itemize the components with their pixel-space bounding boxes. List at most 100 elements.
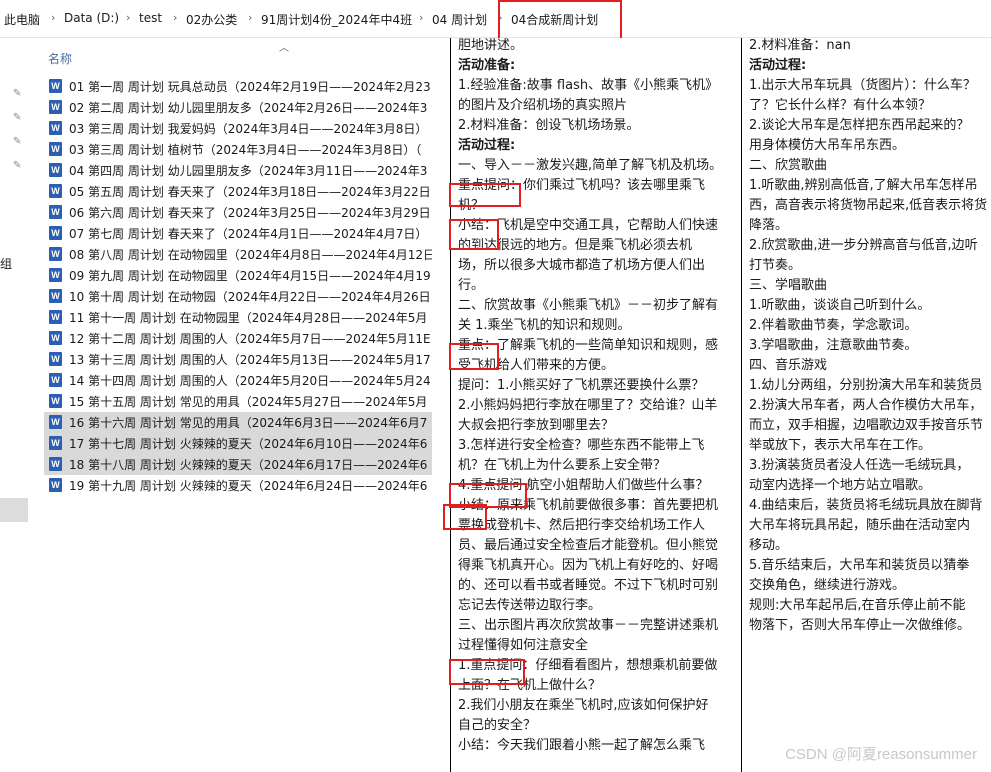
breadcrumb-item[interactable]: 此电脑 <box>4 11 40 28</box>
doc-line: 的图片及介绍机场的真实照片 <box>458 98 628 113</box>
breadcrumb-separator-icon[interactable]: › <box>248 11 252 24</box>
pin-icon: ✎ <box>13 88 22 99</box>
pin-icon: ✎ <box>13 160 22 171</box>
doc-line: 西，高音表示将货物吊起来,低音表示将货 <box>749 198 988 213</box>
doc-line: 忘记去传送带边取行李。 <box>458 598 602 613</box>
doc-line: 三、学唱歌曲 <box>749 278 828 293</box>
file-name: 09 第九周 周计划 在动物园里（2024年4月15日——2024年4月19 <box>69 269 431 283</box>
word-document-icon: W <box>49 100 62 114</box>
doc-line: 3.扮演装货员者没人任选一毛绒玩具， <box>749 458 970 473</box>
doc-line: 二、欣赏故事《小熊乘飞机》－－初步了解有 <box>458 298 719 313</box>
file-name: 04 第四周 周计划 幼儿园里朋友多（2024年3月11日——2024年3 <box>69 164 428 178</box>
doc-line: 得乘飞机真开心。因为飞机上有好吃的、好喝 <box>458 558 719 573</box>
breadcrumb-separator-icon[interactable]: › <box>419 11 423 24</box>
doc-line: 行。 <box>458 278 485 293</box>
breadcrumb-item[interactable]: Data (D:) <box>64 11 119 25</box>
file-row[interactable]: W 08 第八周 周计划 在动物园里（2024年4月8日——2024年4月12日 <box>44 244 432 265</box>
doc-line: 用身体模仿大吊车吊东西。 <box>749 138 906 153</box>
doc-column-1: 胆地讲述。 活动准备: 1.经验准备:故事 flash、故事《小熊乘飞机》 的图片及介… <box>443 38 742 772</box>
doc-line: 2.欣赏歌曲,进一步分辨高音与低音,边听 <box>749 238 978 253</box>
file-name: 17 第十七周 周计划 火辣辣的夏天（2024年6月10日——2024年6 <box>69 437 428 451</box>
file-row[interactable]: W 12 第十二周 周计划 周围的人（2024年5月7日——2024年5月11E <box>44 328 432 349</box>
file-row[interactable]: W 13 第十三周 周计划 周围的人（2024年5月13日——2024年5月17 <box>44 349 432 370</box>
doc-line: 二、欣赏歌曲 <box>749 158 828 173</box>
nav-selected-item[interactable] <box>0 498 28 522</box>
doc-line: 1.经验准备:故事 flash、故事《小熊乘飞机》 <box>458 78 719 93</box>
document-preview: 胆地讲述。 活动准备: 1.经验准备:故事 flash、故事《小熊乘飞机》 的图片及介… <box>432 38 991 772</box>
breadcrumb-separator-icon[interactable]: › <box>173 11 177 24</box>
word-document-icon: W <box>49 79 62 93</box>
address-bar[interactable]: 此电脑 › Data (D:) › test › 02办公类 › 91周计划4份_2024年中4… <box>0 0 991 38</box>
doc-line: 而立，双手相握，边唱歌边双手按音乐节 <box>749 418 984 433</box>
annotation-highlight-box <box>449 219 499 250</box>
doc-line: 4.曲结束后，装货员将毛绒玩具放在脚背 <box>749 498 983 513</box>
word-document-icon: W <box>49 394 62 408</box>
doc-line: 3.学唱歌曲，注意歌曲节奏。 <box>749 338 918 353</box>
word-document-icon: W <box>49 436 62 450</box>
breadcrumb-separator-icon[interactable]: › <box>126 11 130 24</box>
file-name: 16 第十六周 周计划 常见的用具（2024年6月3日——2024年6月7 <box>69 416 428 430</box>
word-document-icon: W <box>49 310 62 324</box>
doc-line: 2.小熊妈妈把行李放在哪里了？交给谁？山羊 <box>458 398 718 413</box>
file-row[interactable]: W 03 第三周 周计划 我爱妈妈（2024年3月4日——2024年3月8日） <box>44 118 432 139</box>
breadcrumb-item[interactable]: 04 周计划 <box>432 11 487 28</box>
file-row[interactable]: W 15 第十五周 周计划 常见的用具（2024年5月27日——2024年5月 <box>44 391 432 412</box>
word-document-icon: W <box>49 289 62 303</box>
doc-line: 胆地讲述。 <box>458 38 524 53</box>
doc-line: 移动。 <box>749 538 789 553</box>
pin-icon: ✎ <box>13 112 22 123</box>
doc-line: 2.扮演大吊车者，两人合作模仿大吊车， <box>749 398 983 413</box>
breadcrumb-separator-icon[interactable]: › <box>51 11 55 24</box>
doc-line: 3.怎样进行安全检查？哪些东西不能带上飞 <box>458 438 705 453</box>
doc-line: 规则:大吊车起吊后,在音乐停止前不能 <box>749 598 966 613</box>
file-name: 18 第十八周 周计划 火辣辣的夏天（2024年6月17日——2024年6 <box>69 458 428 472</box>
file-row[interactable]: W 18 第十八周 周计划 火辣辣的夏天（2024年6月17日——2024年6 <box>44 454 432 475</box>
file-row[interactable]: W 07 第七周 周计划 春天来了（2024年4月1日——2024年4月7日） <box>44 223 432 244</box>
doc-line: 过程懂得如何注意安全 <box>458 638 589 653</box>
breadcrumb-item[interactable]: 91周计划4份_2024年中4班 <box>261 11 412 28</box>
file-row[interactable]: W 01 第一周 周计划 玩具总动员（2024年2月19日——2024年2月23 <box>44 76 432 97</box>
annotation-highlight-box <box>449 659 525 685</box>
doc-line: 提问：1.小熊买好了飞机票还要换什么票？ <box>458 378 705 393</box>
word-document-icon: W <box>49 247 62 261</box>
file-row[interactable]: W 02 第二周 周计划 幼儿园里朋友多（2024年2月26日——2024年3 <box>44 97 432 118</box>
file-row[interactable]: W 03 第三周 周计划 植树节（2024年3月4日——2024年3月8日）（ <box>44 139 432 160</box>
file-name: 08 第八周 周计划 在动物园里（2024年4月8日——2024年4月12日 <box>69 248 432 262</box>
file-row[interactable]: W 14 第十四周 周计划 周围的人（2024年5月20日——2024年5月24 <box>44 370 432 391</box>
doc-line: 动室内选择一个地方站立唱歌。 <box>749 478 932 493</box>
doc-line: 交换角色，继续进行游戏。 <box>749 578 906 593</box>
doc-line: 1.听歌曲,辨别高低音,了解大吊车怎样吊 <box>749 178 978 193</box>
doc-line: 机？在飞机上为什么要系上安全带？ <box>458 458 667 473</box>
file-row[interactable]: W 06 第六周 周计划 春天来了（2024年3月25日——2024年3月29日 <box>44 202 432 223</box>
word-document-icon: W <box>49 331 62 345</box>
column-header-name[interactable]: 名称 <box>48 50 72 67</box>
word-document-icon: W <box>49 373 62 387</box>
word-document-icon: W <box>49 478 62 492</box>
word-document-icon: W <box>49 457 62 471</box>
file-row[interactable]: W 09 第九周 周计划 在动物园里（2024年4月15日——2024年4月19 <box>44 265 432 286</box>
file-name: 15 第十五周 周计划 常见的用具（2024年5月27日——2024年5月 <box>69 395 428 409</box>
file-row[interactable]: W 10 第十周 周计划 在动物园（2024年4月22日——2024年4月26日 <box>44 286 432 307</box>
breadcrumb-item[interactable]: test <box>139 11 162 25</box>
file-row[interactable]: W 05 第五周 周计划 春天来了（2024年3月18日——2024年3月22日 <box>44 181 432 202</box>
doc-line: 1.听歌曲，谈谈自己听到什么。 <box>749 298 931 313</box>
doc-line: 举或放下，表示大吊车在工作。 <box>749 438 932 453</box>
file-row[interactable]: W 19 第十九周 周计划 火辣辣的夏天（2024年6月24日——2024年6 <box>44 475 432 496</box>
doc-line: 2.我们小朋友在乘坐飞机时,应该如何保护好 <box>458 698 709 713</box>
file-row[interactable]: W 04 第四周 周计划 幼儿园里朋友多（2024年3月11日——2024年3 <box>44 160 432 181</box>
file-row[interactable]: W 11 第十一周 周计划 在动物园里（2024年4月28日——2024年5月 <box>44 307 432 328</box>
breadcrumb-item[interactable]: 02办公类 <box>186 11 237 28</box>
word-document-icon: W <box>49 226 62 240</box>
sort-ascending-icon[interactable]: ︿ <box>279 39 289 54</box>
file-name: 12 第十二周 周计划 周围的人（2024年5月7日——2024年5月11E <box>69 332 431 346</box>
file-name: 03 第三周 周计划 植树节（2024年3月4日——2024年3月8日）（ <box>69 143 422 157</box>
file-name: 13 第十三周 周计划 周围的人（2024年5月13日——2024年5月17 <box>69 353 431 367</box>
doc-column-2: 2.材料准备：nan 活动过程: 1.出示大吊车玩具（货图片）：什么车？ 了？它长什么… <box>742 38 991 772</box>
file-row[interactable]: W 17 第十七周 周计划 火辣辣的夏天（2024年6月10日——2024年6 <box>44 433 432 454</box>
doc-line: 员、最后通过安全检查后才能登机。但小熊觉 <box>458 538 719 553</box>
doc-line: 场，所以很多大城市都造了机场方便人们出 <box>458 258 706 273</box>
file-name: 03 第三周 周计划 我爱妈妈（2024年3月4日——2024年3月8日） <box>69 122 428 136</box>
file-name: 01 第一周 周计划 玩具总动员（2024年2月19日——2024年2月23 <box>69 80 431 94</box>
file-row[interactable]: W 16 第十六周 周计划 常见的用具（2024年6月3日——2024年6月7 <box>44 412 432 433</box>
file-list: ︿ 名称 W 01 第一周 周计划 玩具总动员（2024年2月19日——2024年… <box>30 38 432 772</box>
